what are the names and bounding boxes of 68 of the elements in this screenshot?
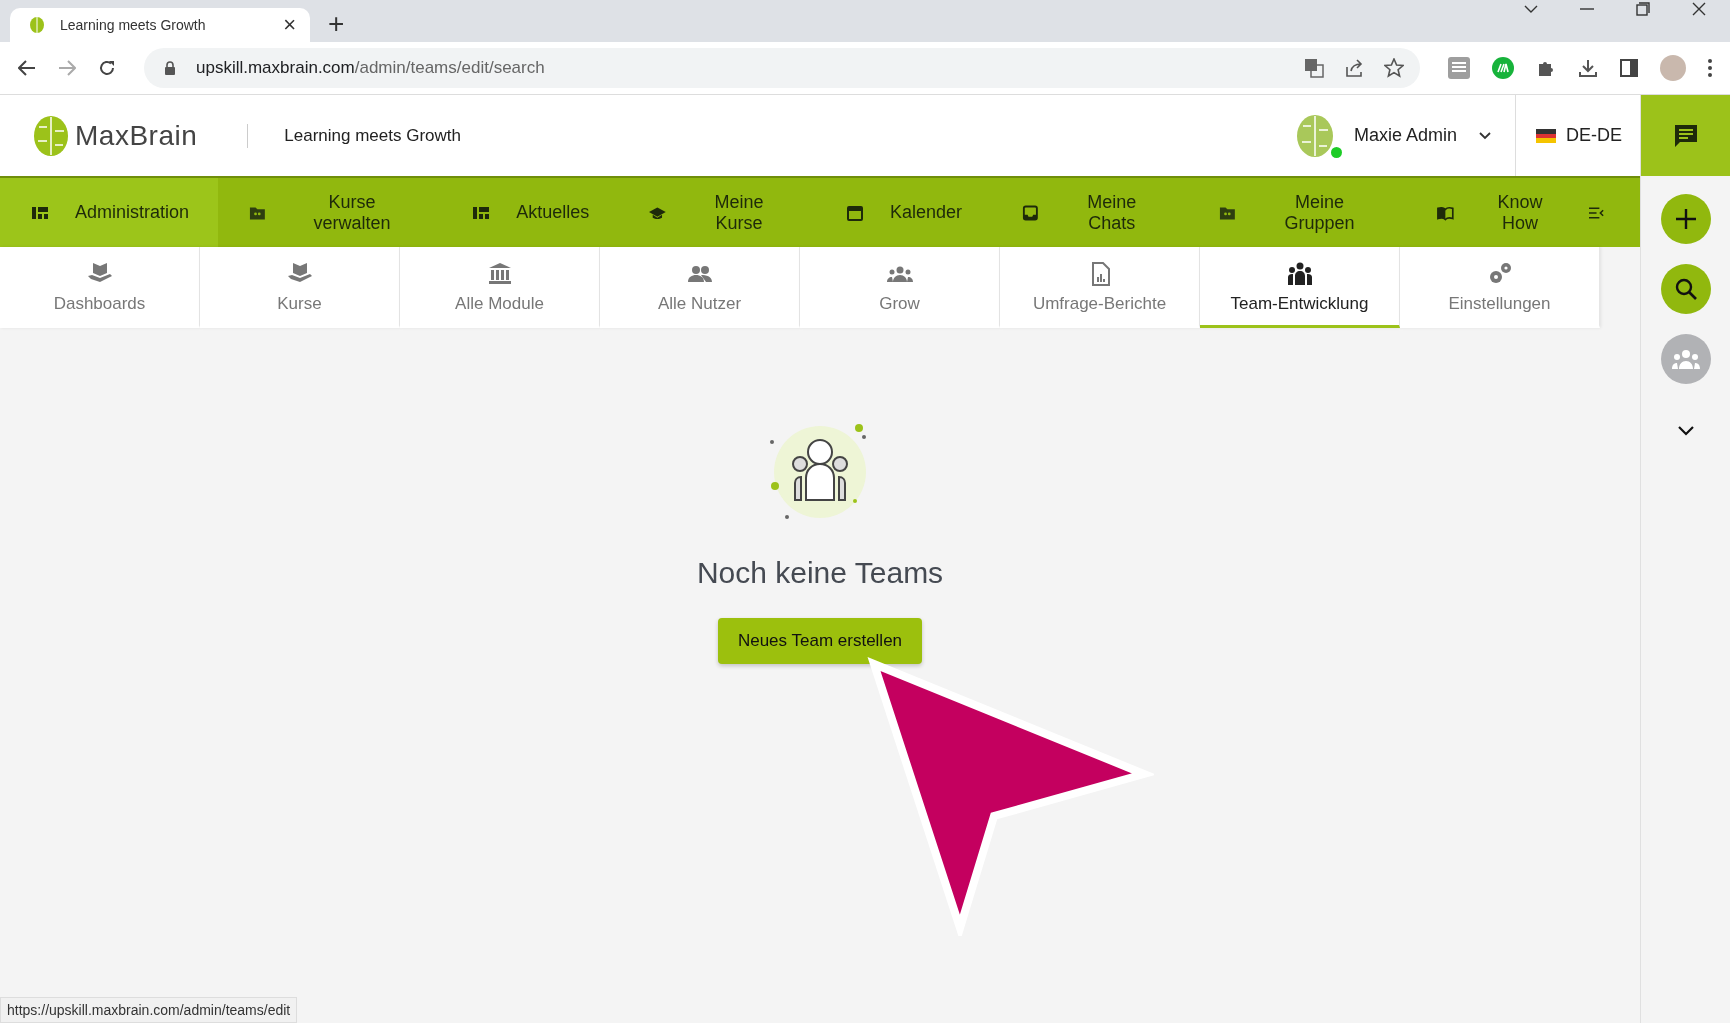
- chat-bubble-icon: [1672, 122, 1699, 149]
- bars-icon: [31, 204, 49, 221]
- add-button[interactable]: [1660, 194, 1711, 244]
- language-selector[interactable]: DE-DE: [1516, 125, 1640, 146]
- plus-icon: [1674, 208, 1697, 230]
- folder-icon: [249, 204, 266, 221]
- nav-item[interactable]: Aktuelles: [441, 178, 619, 247]
- nav-item[interactable]: Kurse verwalten: [218, 178, 442, 247]
- inbox-icon: [1022, 204, 1039, 221]
- group-icon: [1671, 349, 1700, 369]
- brain-logo-icon: [33, 114, 69, 157]
- chevron-down-icon[interactable]: [1677, 426, 1694, 436]
- layers-extension-icon[interactable]: [1448, 57, 1470, 79]
- nav-item[interactable]: Kalender: [815, 178, 992, 247]
- admin-tab[interactable]: Umfrage-Berichte: [1000, 247, 1200, 328]
- bars-icon: [472, 204, 491, 221]
- share-icon[interactable]: [1344, 58, 1364, 78]
- nav-item[interactable]: Administration: [0, 178, 219, 247]
- close-icon[interactable]: [1692, 2, 1706, 16]
- nav-item[interactable]: Meine Chats: [991, 178, 1188, 247]
- url-host: upskill.maxbrain.com: [196, 58, 355, 77]
- user-menu[interactable]: Maxie Admin: [1353, 125, 1515, 146]
- close-tab-button[interactable]: ×: [283, 14, 296, 36]
- address-bar[interactable]: upskill.maxbrain.com/admin/teams/edit/search: [144, 48, 1420, 88]
- nav-item[interactable]: Meine Kurse: [618, 178, 815, 247]
- admin-tab[interactable]: Grow: [800, 247, 1000, 328]
- side-panel-icon[interactable]: [1620, 59, 1638, 77]
- collapse-menu-icon[interactable]: [1588, 206, 1604, 219]
- tagline: Learning meets Growth: [284, 125, 461, 146]
- admin-tab[interactable]: Einstellungen: [1400, 247, 1600, 328]
- new-tab-button[interactable]: +: [328, 10, 345, 38]
- book-icon: [1437, 204, 1455, 221]
- reload-icon[interactable]: [98, 59, 116, 77]
- more-options-icon[interactable]: [1708, 59, 1712, 77]
- admin-tab[interactable]: Alle Module: [400, 247, 600, 328]
- tab-title: Learning meets Growth: [60, 17, 207, 33]
- admin-tab[interactable]: Dashboards: [0, 247, 200, 328]
- nav-item[interactable]: Know How: [1406, 178, 1589, 247]
- cal-icon: [846, 204, 864, 221]
- team-icon: [1286, 261, 1313, 286]
- logo-wordmark[interactable]: MaxBrain: [75, 119, 198, 152]
- german-flag-icon: [1536, 128, 1556, 143]
- translate-icon[interactable]: [1304, 58, 1324, 78]
- create-team-button[interactable]: Neues Team erstellen: [717, 618, 923, 664]
- star-icon[interactable]: [1384, 58, 1404, 78]
- browser-tab[interactable]: Learning meets Growth ×: [10, 8, 310, 42]
- chevron-down-icon[interactable]: [1524, 5, 1538, 13]
- brain-avatar-icon: [1295, 113, 1334, 158]
- admin-tab[interactable]: Kurse: [200, 247, 400, 328]
- nav-item[interactable]: Meine Gruppen: [1187, 178, 1407, 247]
- search-icon: [1674, 278, 1697, 300]
- download-icon[interactable]: [1578, 58, 1598, 78]
- status-bar-url: https://upskill.maxbrain.com/admin/teams/edit: [0, 997, 298, 1023]
- search-button[interactable]: [1660, 264, 1711, 314]
- chat-button[interactable]: [1641, 95, 1730, 176]
- cap-icon: [649, 204, 666, 221]
- chevron-down-icon: [1479, 131, 1491, 140]
- back-arrow-icon[interactable]: [18, 60, 36, 76]
- url-path: /admin/teams/edit/search: [354, 58, 545, 77]
- admin-tab[interactable]: Team-Entwicklung: [1200, 247, 1400, 328]
- empty-state-title: Noch keine Teams: [696, 556, 944, 590]
- admin-tab[interactable]: Alle Nutzer: [600, 247, 800, 328]
- lock-icon: [164, 61, 176, 75]
- bank-icon: [486, 261, 513, 286]
- extension-badge-icon[interactable]: [1492, 57, 1514, 79]
- restore-icon[interactable]: [1636, 2, 1650, 16]
- brain-icon: [28, 16, 46, 34]
- folder-icon: [1218, 204, 1236, 221]
